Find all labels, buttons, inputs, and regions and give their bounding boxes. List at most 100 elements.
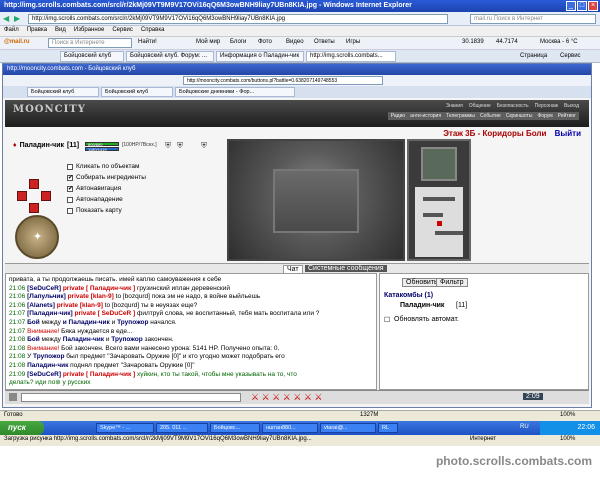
outer-status-zoom[interactable]: 100% — [560, 436, 576, 442]
move-forward-button[interactable] — [29, 179, 39, 189]
inner-tab-club-1[interactable]: Бойцовский клуб — [27, 87, 99, 97]
chat-nick[interactable]: Трупожор — [117, 319, 148, 326]
close-icon[interactable]: × — [588, 1, 598, 11]
toolbar-item-video[interactable]: Видео — [286, 39, 304, 45]
chat-nick[interactable]: [Паладин-чик] — [27, 310, 73, 317]
option-autoattack[interactable]: Автонападение — [67, 196, 123, 203]
chat-nick[interactable]: Трупожор — [33, 353, 64, 360]
chat-nick[interactable]: [SeDuCeR] — [27, 371, 61, 378]
menu-view[interactable]: Вид — [55, 27, 66, 35]
taskbar-item-club[interactable]: Бойцовс... — [210, 423, 260, 433]
maximize-icon[interactable]: □ — [577, 1, 587, 11]
chat-nick[interactable]: Бой — [27, 336, 40, 343]
chat-private-target[interactable]: private [ Паладин-чик ] — [61, 371, 135, 378]
nav-character[interactable]: Персонаж — [535, 103, 558, 109]
toolbar-item-blogs[interactable]: Блоги — [230, 39, 246, 45]
option-checkbox[interactable] — [67, 207, 73, 214]
inner-tab-club-2[interactable]: Бойцовский клуб — [101, 87, 173, 97]
nav-security[interactable]: Безопасность — [497, 103, 529, 109]
taskbar-item-2[interactable]: 205. 011 ... — [156, 423, 208, 433]
nav-event[interactable]: Событие — [480, 113, 501, 119]
option-checkbox[interactable]: ✔ — [67, 174, 73, 181]
nav-rating[interactable]: Рейтинг — [558, 113, 576, 119]
chat-nick[interactable]: [Alanets] — [27, 302, 55, 309]
exit-link[interactable]: Выйти — [555, 129, 581, 138]
chat-nick[interactable]: Трупожор — [111, 336, 142, 343]
shield-icon-3[interactable]: ⛨ — [201, 141, 207, 151]
location-player-name[interactable]: Паладин-чик — [400, 302, 444, 309]
nav-exit[interactable]: Выход — [564, 103, 579, 109]
toolbar-item-photo[interactable]: Фото — [258, 39, 272, 45]
nav-chat[interactable]: Общение — [469, 103, 491, 109]
chat-nick[interactable]: [SeDuCeR] — [27, 285, 61, 292]
option-checkbox[interactable] — [67, 163, 73, 170]
menu-help[interactable]: Справка — [141, 27, 165, 35]
nav-forum[interactable]: Форум — [537, 113, 552, 119]
shield-icon[interactable]: ⛨ — [165, 141, 171, 151]
toolbar-item-my-world[interactable]: Мой мир — [196, 39, 220, 45]
move-back-button[interactable] — [29, 203, 39, 213]
start-button[interactable]: пуск — [0, 421, 44, 435]
tab-page-menu[interactable]: Страница — [520, 53, 547, 59]
status-zoom[interactable]: 100% — [560, 412, 575, 418]
tab-system-messages[interactable]: Системные сообщения — [305, 265, 387, 272]
chat-private-target[interactable]: private [klan-9] — [66, 293, 114, 300]
menu-tools[interactable]: Сервис — [112, 27, 133, 35]
taskbar-item-4[interactable]: нштан880... — [262, 423, 318, 433]
smiley-button[interactable] — [9, 393, 17, 401]
chat-nick[interactable]: и Паладин-чик — [63, 319, 110, 326]
option-checkbox[interactable] — [67, 196, 73, 203]
nav-screenshots[interactable]: Скриншоты — [506, 113, 533, 119]
turn-right-button[interactable] — [41, 191, 51, 201]
toolbar-item-answers[interactable]: Ответы — [314, 39, 335, 45]
menu-favorites[interactable]: Избранное — [74, 27, 104, 35]
forward-icon[interactable]: ▶ — [14, 14, 20, 23]
chat-private-target[interactable]: private [ Паладин-чик ] — [61, 285, 135, 292]
toolbar-item-games[interactable]: Игры — [346, 39, 360, 45]
inner-address-input[interactable]: http://mooncity.combats.com/buttons.pl?b… — [183, 76, 383, 85]
chat-nick[interactable]: Бой — [27, 319, 40, 326]
option-collect-ingredients[interactable]: ✔ Собирать ингредиенты — [67, 174, 146, 181]
tab-info[interactable]: Информация о Паладин-чик — [216, 51, 304, 62]
back-icon[interactable]: ◀ — [3, 14, 9, 23]
chat-nick[interactable]: Паладин-чик — [27, 362, 68, 369]
taskbar-item-5[interactable]: vtarai@... — [320, 423, 376, 433]
chat-nick[interactable]: [Лапульчик] — [27, 293, 66, 300]
tab-image[interactable]: http://img.scrolls.combats... — [306, 51, 396, 62]
option-checkbox[interactable]: ✔ — [67, 185, 73, 192]
outer-search-input[interactable]: mail.ru Поиск в Интернет — [470, 14, 596, 24]
dungeon-view[interactable] — [227, 139, 405, 261]
option-autonavigation[interactable]: ✔ Автонавигация — [67, 185, 121, 192]
nav-radio[interactable]: Радио — [391, 113, 405, 119]
nav-anti-history[interactable]: анти-история — [410, 113, 441, 119]
toolbar-find-button[interactable]: Найти! — [138, 39, 157, 45]
taskbar-item-skype[interactable]: Skype™ - ... — [96, 423, 154, 433]
inner-tab-diaries[interactable]: Бойцовские дневники - Фор... — [175, 87, 295, 97]
option-show-map[interactable]: Показать карту — [67, 207, 122, 214]
outer-address-input[interactable]: http://img.scrolls.combats.com/srcl/r/2k… — [28, 14, 448, 24]
action-icons[interactable]: ⚔ ⚔ ⚔ ⚔ ⚔ ⚔ ⚔ — [251, 392, 322, 403]
option-click-objects[interactable]: Кликать по объектам — [67, 163, 139, 170]
nav-telegrams[interactable]: Телеграммы — [446, 113, 475, 119]
shield-icon-2[interactable]: ⛨ — [177, 141, 183, 151]
turn-left-button[interactable] — [17, 191, 27, 201]
tab-tools-menu[interactable]: Сервис — [560, 53, 581, 59]
toolbar-search-input[interactable]: Поиск в Интернете — [48, 38, 132, 48]
direction-compass[interactable] — [421, 147, 457, 181]
mailru-logo[interactable]: @mail.ru — [4, 39, 30, 45]
chat-nick[interactable]: Паладин-чик — [63, 336, 104, 343]
auto-refresh-checkbox[interactable]: ☐ — [384, 316, 390, 324]
tab-forum[interactable]: Бойцовский клуб. Форум: ... — [126, 51, 214, 62]
dungeon-minimap[interactable] — [415, 187, 463, 257]
chat-private-target[interactable]: private [klan-9] — [55, 302, 103, 309]
menu-file[interactable]: Файл — [4, 27, 19, 35]
nav-knowledge[interactable]: Знания — [446, 103, 463, 109]
filter-button[interactable]: Фильтр — [436, 278, 468, 287]
language-indicator[interactable]: RU — [520, 424, 529, 430]
tab-fight-club[interactable]: Бойцовский клуб — [60, 51, 124, 62]
chat-private-target[interactable]: private [ SeDuCeR ] — [73, 310, 135, 317]
player-name[interactable]: Паладин-чик — [20, 142, 64, 149]
minimize-icon[interactable]: _ — [566, 1, 576, 11]
taskbar-item-rl[interactable]: RL — [378, 423, 398, 433]
chat-input[interactable] — [21, 393, 241, 402]
